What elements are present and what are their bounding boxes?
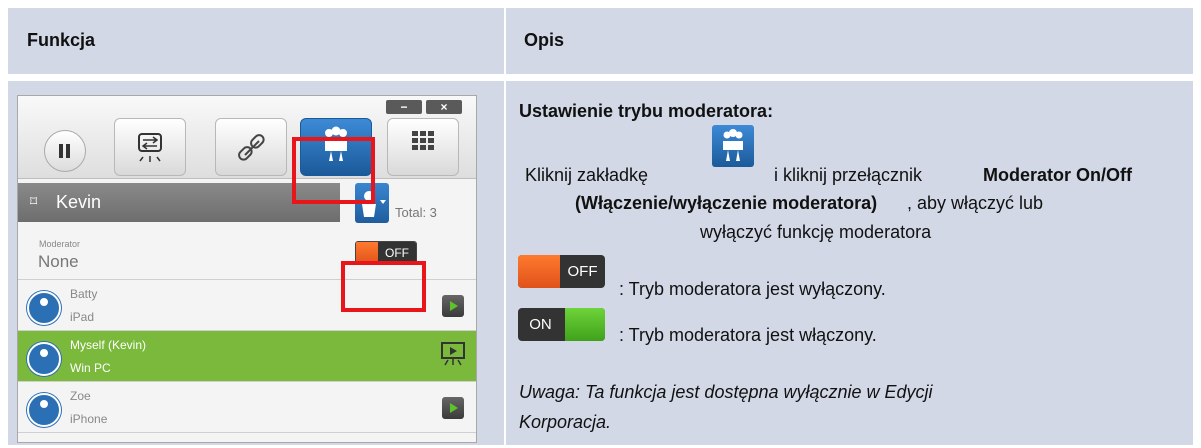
on-toggle-label: ON (529, 316, 552, 333)
minimize-button[interactable]: − (386, 100, 422, 114)
header-description-cell: Opis (506, 8, 1193, 74)
description-heading: Ustawienie trybu moderatora: (519, 101, 774, 121)
avatar-icon (27, 393, 61, 427)
moderator-value: None (38, 252, 79, 271)
note-line1: Uwaga: Ta funkcja jest dostępna wyłączni… (519, 382, 933, 402)
participant-device: iPhone (70, 412, 108, 426)
grid-icon (412, 131, 434, 150)
moderator-tab-icon (712, 125, 754, 167)
off-toggle-label: OFF (567, 263, 598, 280)
participant-row-active[interactable]: Myself (Kevin) Win PC (18, 330, 476, 381)
presenting-icon[interactable] (440, 341, 466, 367)
on-description: : Tryb moderatora jest włączony. (619, 325, 877, 345)
on-toggle-knob (565, 308, 605, 341)
off-toggle-example: OFF (518, 255, 605, 288)
description-line2-bold: (Włączenie/wyłączenie moderatora) (575, 193, 878, 213)
header-function-label: Funkcja (27, 30, 96, 50)
avatar-icon (27, 342, 61, 376)
description-line1-bold: Moderator On/Off (983, 165, 1132, 185)
pause-icon[interactable] (44, 130, 86, 172)
grid-view-button[interactable] (387, 118, 459, 176)
description-line3: wyłączyć funkcję moderatora (700, 222, 932, 242)
play-icon[interactable] (442, 295, 464, 317)
link-button[interactable] (215, 118, 287, 176)
participant-device: Win PC (70, 361, 111, 375)
highlight-toggle (341, 261, 426, 312)
description-line1-a: Kliknij zakładkę (525, 165, 649, 185)
play-icon[interactable] (442, 397, 464, 419)
close-button[interactable]: × (426, 100, 462, 114)
app-toolbar: − × (18, 96, 476, 179)
participant-total: Total: 3 (395, 205, 437, 220)
highlight-moderator-tab (292, 137, 375, 204)
participant-name: Myself (Kevin) (70, 338, 147, 352)
participant-name: Batty (70, 287, 98, 301)
participant-row[interactable]: Zoe iPhone (18, 381, 476, 433)
header-function-cell: Funkcja (8, 8, 504, 74)
off-description: : Tryb moderatora jest wyłączony. (619, 279, 886, 299)
participant-name: Zoe (70, 389, 91, 403)
feature-table: Funkcja Opis − × ⌑ Kevin Total: 3 Modera… (0, 0, 1201, 448)
avatar-icon (27, 291, 61, 325)
screen-share-button[interactable] (114, 118, 186, 176)
description-line1-b: i kliknij przełącznik (774, 165, 923, 185)
header-description-label: Opis (524, 30, 565, 50)
moderator-label: Moderator (39, 239, 81, 249)
description-line2-rest: , aby włączyć lub (907, 193, 1044, 213)
note-line2: Korporacja. (519, 412, 612, 432)
screen-share-icon (138, 133, 162, 162)
participant-device: iPad (70, 310, 95, 324)
off-toggle-knob (518, 255, 560, 288)
link-icon (238, 134, 265, 161)
pin-icon: ⌑ (30, 193, 38, 209)
current-user-name: Kevin (56, 192, 102, 212)
on-toggle-example: ON (518, 308, 605, 341)
